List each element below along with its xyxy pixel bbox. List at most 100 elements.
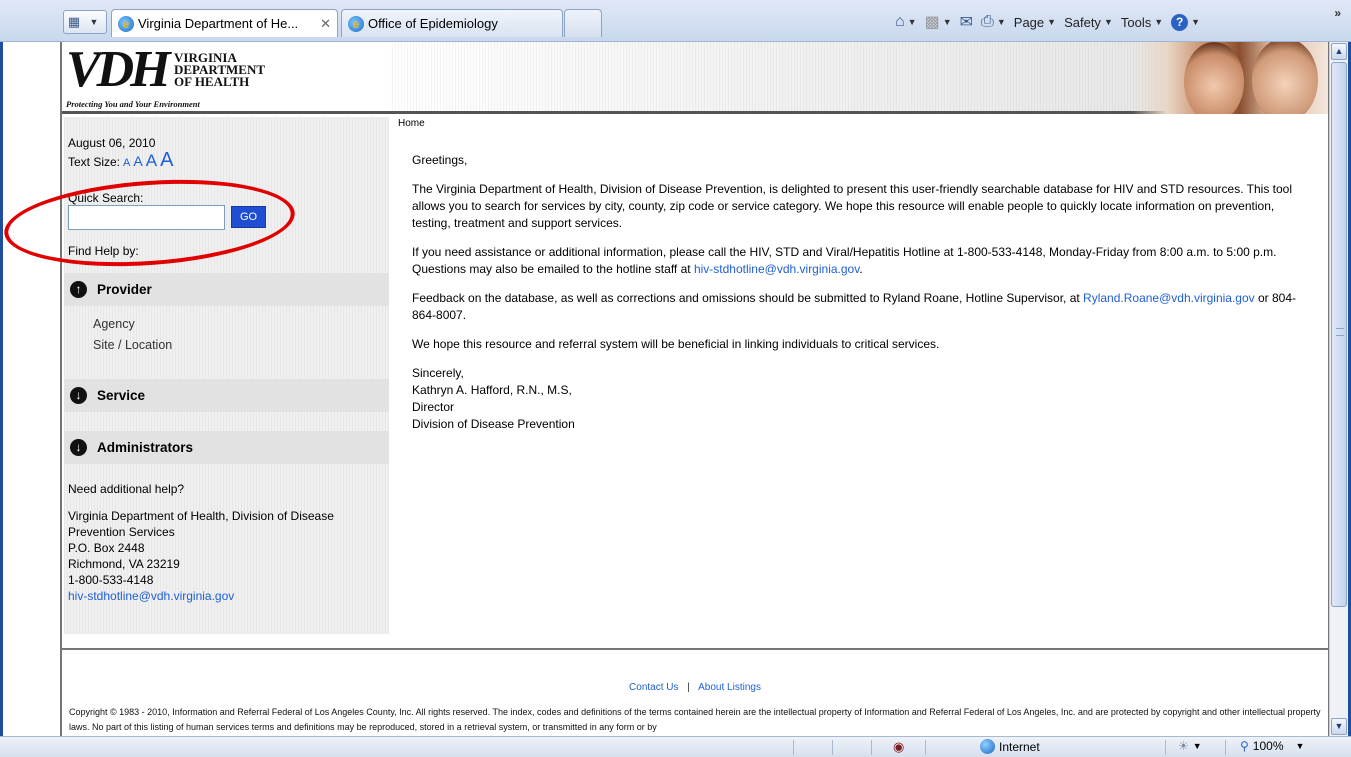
page-menu[interactable]: Page ▼ xyxy=(1014,15,1056,30)
current-date: August 06, 2010 xyxy=(68,136,156,150)
closing-paragraph: We hope this resource and referral syste… xyxy=(412,337,940,351)
printer-icon: ⎙ xyxy=(981,13,994,30)
status-bar: ◉ Internet ☀ ▼ ⚲ 100% ▼ xyxy=(0,736,1351,757)
breadcrumb[interactable]: Home xyxy=(398,118,425,129)
nav-provider[interactable]: ↑ Provider xyxy=(64,273,389,306)
page-container: VDH VIRGINIA DEPARTMENT OF HEALTH Protec… xyxy=(3,42,1348,736)
scroll-down-icon[interactable]: ▼ xyxy=(1331,718,1347,735)
logo-tagline: Protecting You and Your Environment xyxy=(66,99,200,109)
page-menu-label: Page xyxy=(1013,14,1045,30)
signature-line: Sincerely, xyxy=(412,366,464,380)
nav-service[interactable]: ↓ Service xyxy=(64,379,389,412)
footer: Contact Us | About Listings Copyright © … xyxy=(62,648,1328,736)
sidebar: August 06, 2010 Text Size: A A A A Quick… xyxy=(3,117,389,634)
help-email-link[interactable]: hiv-stdhotline@vdh.virginia.gov xyxy=(68,588,334,604)
safety-menu-label: Safety xyxy=(1064,14,1101,30)
text-size-small[interactable]: A xyxy=(133,154,142,168)
nav-administrators[interactable]: ↓ Administrators xyxy=(64,431,389,464)
main-content: Greetings, The Virginia Department of He… xyxy=(412,152,1312,433)
tab-office-of-epidemiology[interactable]: e Office of Epidemiology xyxy=(341,9,563,37)
address-line: Prevention Services xyxy=(68,525,175,539)
scroll-up-icon[interactable]: ▲ xyxy=(1331,43,1347,60)
feedback-paragraph: Feedback on the database, as well as cor… xyxy=(412,291,1297,322)
address-line: 1-800-533-4148 xyxy=(68,573,154,587)
help-button[interactable]: ? ▼ xyxy=(1171,13,1200,31)
go-button[interactable]: GO xyxy=(231,206,266,228)
more-commands-chevron-icon[interactable]: » xyxy=(1334,6,1341,20)
browser-viewport: VDH VIRGINIA DEPARTMENT OF HEALTH Protec… xyxy=(0,42,1351,736)
tab-label: Virginia Department of He... xyxy=(138,16,299,31)
signature-block: Sincerely, Kathryn A. Hafford, R.N., M.S… xyxy=(412,365,1312,433)
ie-page-icon: e xyxy=(348,15,364,32)
tab-list-dropdown-icon[interactable]: ▼ xyxy=(84,17,104,27)
collapse-arrow-icon: ↑ xyxy=(70,281,87,298)
rss-feed-icon: ▩ xyxy=(924,14,940,31)
tools-menu-label: Tools xyxy=(1120,14,1152,30)
command-bar: ⌂ ▼ ▩ ▼ ✉ ⎙ ▼ Page ▼ Safety ▼ Tools ▼ ? ▼ xyxy=(895,10,1200,34)
contact-us-link[interactable]: Contact Us xyxy=(629,682,678,693)
quick-tabs-button[interactable]: ▦ ▼ xyxy=(63,10,107,34)
globe-icon xyxy=(980,739,995,754)
tools-menu[interactable]: Tools ▼ xyxy=(1121,15,1163,30)
text-size-control: Text Size: A A A A xyxy=(68,150,173,170)
nav-item-site-location[interactable]: Site / Location xyxy=(93,338,172,352)
security-zone[interactable]: Internet xyxy=(980,739,1040,754)
privacy-icon[interactable]: ◉ xyxy=(893,739,904,755)
nav-service-label: Service xyxy=(97,388,146,403)
find-help-label: Find Help by: xyxy=(68,244,139,258)
home-button[interactable]: ⌂ ▼ xyxy=(895,13,917,31)
signature-line: Director xyxy=(412,400,455,414)
vdh-logo[interactable]: VDH VIRGINIA DEPARTMENT OF HEALTH Protec… xyxy=(66,44,296,110)
read-mail-button[interactable]: ✉ xyxy=(960,12,973,32)
signature-line: Division of Disease Prevention xyxy=(412,417,575,431)
ie-page-icon: e xyxy=(118,15,134,32)
text-size-medium[interactable]: A xyxy=(146,152,157,169)
supervisor-email-link[interactable]: Ryland.Roane@vdh.virginia.gov xyxy=(1083,291,1255,305)
tab-vdh[interactable]: e Virginia Department of He... ✕ xyxy=(111,9,338,37)
header-photo xyxy=(1132,42,1328,114)
tab-label: Office of Epidemiology xyxy=(368,16,498,31)
help-address: Virginia Department of Health, Division … xyxy=(68,508,334,604)
text-size-large[interactable]: A xyxy=(160,150,173,170)
quick-search-label: Quick Search: xyxy=(68,191,144,205)
copyright-text: Copyright © 1983 - 2010, Information and… xyxy=(69,707,1321,732)
protected-mode-button[interactable]: ☀ ▼ xyxy=(1178,739,1202,753)
nav-item-agency[interactable]: Agency xyxy=(93,317,135,331)
scroll-thumb[interactable] xyxy=(1331,62,1347,607)
new-tab-button[interactable] xyxy=(564,9,602,37)
site-header: VDH VIRGINIA DEPARTMENT OF HEALTH Protec… xyxy=(62,42,1348,114)
help-icon: ? xyxy=(1171,13,1189,31)
text-size-label: Text Size: xyxy=(68,155,121,169)
mail-icon: ✉ xyxy=(959,14,974,31)
address-line: P.O. Box 2448 xyxy=(68,541,145,555)
close-tab-icon[interactable]: ✕ xyxy=(320,16,331,32)
print-button[interactable]: ⎙ ▼ xyxy=(981,13,1006,31)
assistance-paragraph: If you need assistance or additional inf… xyxy=(412,245,1277,276)
logo-line: OF HEALTH xyxy=(174,74,250,89)
vertical-scrollbar[interactable]: ▲ ▼ xyxy=(1329,42,1348,736)
address-line: Virginia Department of Health, Division … xyxy=(68,509,334,523)
nav-provider-label: Provider xyxy=(97,282,152,297)
about-listings-link[interactable]: About Listings xyxy=(698,682,761,693)
security-zone-label: Internet xyxy=(999,739,1040,754)
quick-search-input[interactable] xyxy=(68,205,225,230)
feeds-button[interactable]: ▩ ▼ xyxy=(925,12,952,32)
hotline-email-link[interactable]: hiv-stdhotline@vdh.virginia.gov xyxy=(694,262,859,276)
logo-letters: VDH xyxy=(66,42,171,98)
greeting: Greetings, xyxy=(412,153,468,167)
signature-line: Kathryn A. Hafford, R.N., M.S, xyxy=(412,383,572,397)
zoom-level: 100% xyxy=(1252,739,1284,753)
nav-administrators-label: Administrators xyxy=(97,440,194,455)
safety-menu[interactable]: Safety ▼ xyxy=(1064,15,1113,30)
zoom-icon: ⚲ xyxy=(1240,739,1249,753)
intro-paragraph: The Virginia Department of Health, Divis… xyxy=(412,182,1293,230)
zoom-control[interactable]: ⚲ 100% ▼ xyxy=(1240,739,1304,753)
text-size-smallest[interactable]: A xyxy=(123,156,130,170)
address-line: Richmond, VA 23219 xyxy=(68,557,180,571)
expand-arrow-icon: ↓ xyxy=(70,387,87,404)
expand-arrow-icon: ↓ xyxy=(70,439,87,456)
home-icon: ⌂ xyxy=(895,13,905,30)
help-title: Need additional help? xyxy=(68,482,185,496)
quick-tabs-icon: ▦ xyxy=(67,14,81,29)
browser-tab-bar: ▦ ▼ e Virginia Department of He... ✕ e O… xyxy=(0,0,1351,42)
